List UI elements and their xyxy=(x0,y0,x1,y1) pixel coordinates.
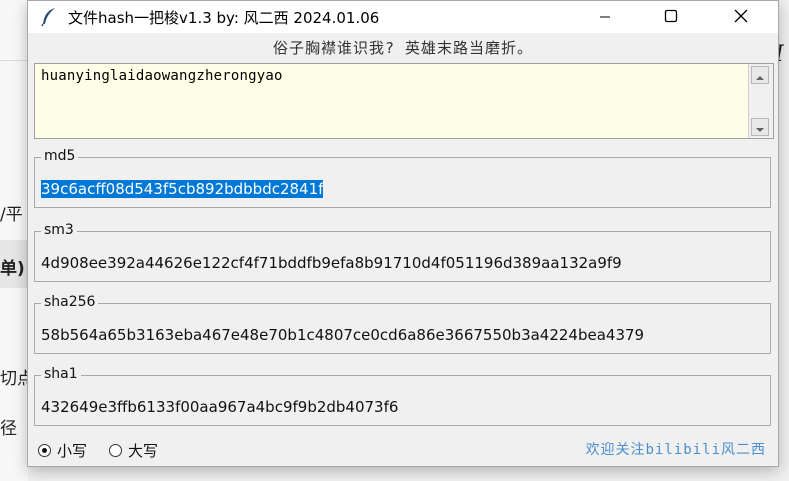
input-textarea[interactable]: huanyinglaidaowangzherongyao xyxy=(34,63,774,139)
input-value[interactable]: huanyinglaidaowangzherongyao xyxy=(41,68,283,84)
uppercase-label[interactable]: 大写 xyxy=(128,440,158,461)
sha256-group: sha256 58b564a65b3163eba467e48e70b1c4807… xyxy=(34,294,771,354)
feather-icon xyxy=(40,7,58,27)
lowercase-radio[interactable] xyxy=(38,443,51,457)
minimize-button[interactable] xyxy=(582,1,628,33)
sha1-group: sha1 432649e3ffb6133f00aa967a4bc9f9b2db4… xyxy=(34,366,771,426)
minimize-icon xyxy=(599,8,611,27)
md5-value[interactable]: 39c6acff08d543f5cb892bdbbdc2841f xyxy=(41,180,324,198)
background-text-2: 单) xyxy=(0,259,25,279)
scroll-down-icon xyxy=(756,118,764,137)
scroll-up-button[interactable] xyxy=(751,66,769,84)
background-text-4: 径 xyxy=(0,419,17,439)
scroll-down-button[interactable] xyxy=(751,118,769,136)
sm3-group: sm3 4d908ee392a44626e122cf4f71bddfb9efa8… xyxy=(34,222,771,282)
sha1-value[interactable]: 432649e3ffb6133f00aa967a4bc9f9b2db4073f6 xyxy=(41,398,398,416)
close-icon xyxy=(734,8,748,27)
case-radio-group: 小写 大写 xyxy=(38,439,180,461)
md5-label: md5 xyxy=(41,148,79,164)
background-text-1: /平 xyxy=(0,205,23,225)
motto-text: 俗子胸襟谁识我? 英雄末路当磨折。 xyxy=(272,39,534,57)
close-button[interactable] xyxy=(718,1,764,33)
sha256-label: sha256 xyxy=(41,294,99,310)
sha1-label: sha1 xyxy=(41,366,81,382)
maximize-button[interactable] xyxy=(648,1,694,33)
maximize-icon xyxy=(664,8,678,27)
credit-text: 欢迎关注bilibili风二西 xyxy=(585,442,766,458)
title-bar[interactable]: 文件hash一把梭v1.3 by: 风二西 2024.01.06 xyxy=(28,1,778,33)
background-divider xyxy=(0,60,28,61)
window-title: 文件hash一把梭v1.3 by: 风二西 2024.01.06 xyxy=(68,8,380,27)
sm3-value[interactable]: 4d908ee392a44626e122cf4f71bddfb9efa8b917… xyxy=(41,254,622,272)
vertical-scrollbar[interactable] xyxy=(748,64,773,138)
uppercase-radio[interactable] xyxy=(109,443,123,457)
sm3-label: sm3 xyxy=(41,222,77,238)
scroll-up-icon xyxy=(756,66,764,85)
sha256-value[interactable]: 58b564a65b3163eba467e48e70b1c4807ce0cd6a… xyxy=(41,326,644,344)
lowercase-label[interactable]: 小写 xyxy=(57,440,87,461)
md5-group: md5 39c6acff08d543f5cb892bdbbdc2841f xyxy=(34,148,771,208)
hash-tool-window: 文件hash一把梭v1.3 by: 风二西 2024.01.06 俗子胸襟谁识我… xyxy=(27,0,779,467)
